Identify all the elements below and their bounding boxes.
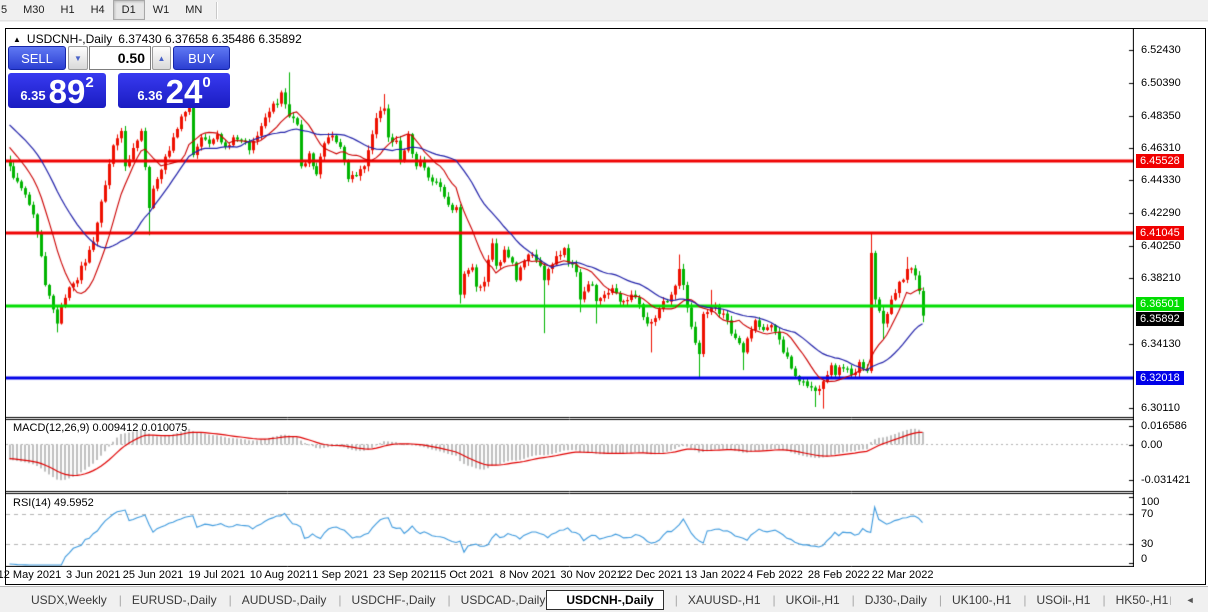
timeframe-button-group: 5 M30 H1 H4 D1 W1 MN <box>0 0 210 21</box>
price-axis-tick: 6.34130 <box>1141 337 1181 350</box>
buy-price-sup: 0 <box>202 74 211 91</box>
tab-scroll-arrows: ◄ ► <box>1169 595 1208 605</box>
time-axis-label: 22 Mar 2022 <box>871 569 934 581</box>
price-axis-tick: 100 <box>1141 496 1160 508</box>
chart-ohlc-values: 6.37430 6.37658 6.35486 6.35892 <box>118 32 302 46</box>
tab-usoil-h1[interactable]: USOil-,H1 <box>1012 591 1091 609</box>
tab-usdx-weekly[interactable]: USDX,Weekly <box>30 591 108 609</box>
tab-audusd-daily[interactable]: AUDUSD-,Daily <box>218 591 328 609</box>
timeframe-button-m30[interactable]: M30 <box>15 0 52 20</box>
sell-price-sup: 2 <box>85 74 94 91</box>
timeframe-button-5[interactable]: 5 <box>0 0 15 20</box>
price-line-label: 6.35892 <box>1136 311 1184 326</box>
arrow-up-icon: ▲ <box>157 53 166 63</box>
tab-usdcad-daily[interactable]: USDCAD-,Daily <box>437 591 547 609</box>
chart-tab-bar: USDX,WeeklyEURUSD-,DailyAUDUSD-,DailyUSD… <box>0 586 1208 612</box>
price-line-label: 6.41045 <box>1136 225 1184 240</box>
timeframe-button-h4[interactable]: H4 <box>83 0 113 20</box>
chart-tabs: USDX,WeeklyEURUSD-,DailyAUDUSD-,DailyUSD… <box>30 589 1169 610</box>
tab-dj30-daily[interactable]: DJ30-,Daily <box>841 591 928 609</box>
sell-price-display[interactable]: 6.35 89 2 <box>8 73 106 108</box>
price-axis-tick: 6.44330 <box>1141 174 1181 187</box>
price-axis-tick: 6.52430 <box>1141 44 1181 57</box>
buy-price-small: 6.36 <box>137 88 163 103</box>
tab-eurusd-daily[interactable]: EURUSD-,Daily <box>108 591 218 609</box>
price-axis-tick: 6.40250 <box>1141 239 1181 252</box>
price-axis-tick: 6.42290 <box>1141 206 1181 219</box>
tab-usdcnh-daily[interactable]: USDCNH-,Daily <box>546 589 664 610</box>
volume-increase-button[interactable]: ▲ <box>152 46 171 70</box>
price-axis-tick: 70 <box>1141 507 1154 520</box>
arrow-down-icon: ▼ <box>74 53 82 63</box>
sell-price-small: 6.35 <box>20 88 46 103</box>
buy-price-display[interactable]: 6.36 24 0 <box>118 73 230 108</box>
price-line-label: 6.32018 <box>1136 370 1184 385</box>
sell-button[interactable]: SELL <box>8 46 66 70</box>
buy-button[interactable]: BUY <box>173 46 230 70</box>
one-click-trade-panel: SELL ▼ 0.50 ▲ BUY 6.35 89 2 6.36 24 0 <box>8 46 230 108</box>
price-axis-tick: 6.30110 <box>1141 402 1180 415</box>
timeframe-button-d1[interactable]: D1 <box>112 0 145 20</box>
timeframe-button-w1[interactable]: W1 <box>145 0 178 20</box>
price-axis-tick: 6.38210 <box>1141 272 1181 285</box>
price-axis-tick: 0.00 <box>1141 438 1163 451</box>
tab-xauusd-h1[interactable]: XAUUSD-,H1 <box>664 591 762 609</box>
toolbar-separator <box>216 1 219 19</box>
tab-scroll-left-icon[interactable]: ◄ <box>1186 595 1195 605</box>
timeframe-button-h1[interactable]: H1 <box>53 0 83 20</box>
timeframe-toolbar: 5 M30 H1 H4 D1 W1 MN <box>0 0 1208 21</box>
chart-ohlc-row: ▲ USDCNH-,Daily 6.37430 6.37658 6.35486 … <box>13 32 302 46</box>
price-axis-tick: 6.48350 <box>1141 109 1181 122</box>
tab-uk100-h1[interactable]: UK100-,H1 <box>928 591 1013 609</box>
price-axis-tick: 6.50390 <box>1141 76 1181 89</box>
timeframe-button-mn[interactable]: MN <box>177 0 210 20</box>
price-axis-tick: 0 <box>1141 553 1148 565</box>
price-line-label: 6.45528 <box>1136 154 1184 168</box>
price-line-label: 6.36501 <box>1136 296 1184 311</box>
volume-decrease-button[interactable]: ▼ <box>68 46 88 70</box>
sell-price-big: 89 <box>48 73 86 110</box>
tab-ukoil-h1[interactable]: UKOil-,H1 <box>762 591 841 609</box>
price-axis-tick: -0.031421 <box>1141 474 1191 487</box>
tab-usdchf-daily[interactable]: USDCHF-,Daily <box>327 591 436 609</box>
buy-price-big: 24 <box>165 73 203 110</box>
rsi-indicator-label: RSI(14) 49.5952 <box>13 497 94 509</box>
chart-window: ▲ USDCNH-,Daily 6.37430 6.37658 6.35486 … <box>0 28 1206 585</box>
volume-input[interactable]: 0.50 <box>89 46 151 70</box>
price-axis-tick: 30 <box>1141 537 1154 550</box>
price-axis-tick: 6.46310 <box>1141 142 1181 155</box>
tab-hk50-h1[interactable]: HK50-,H1 <box>1091 591 1169 609</box>
collapse-trade-panel-icon[interactable]: ▲ <box>13 35 21 44</box>
price-axis-tick: 0.016586 <box>1141 419 1187 432</box>
chart-symbol-title: USDCNH-,Daily <box>26 32 113 46</box>
macd-indicator-label: MACD(12,26,9) 0.009412 0.010075 <box>13 422 188 434</box>
